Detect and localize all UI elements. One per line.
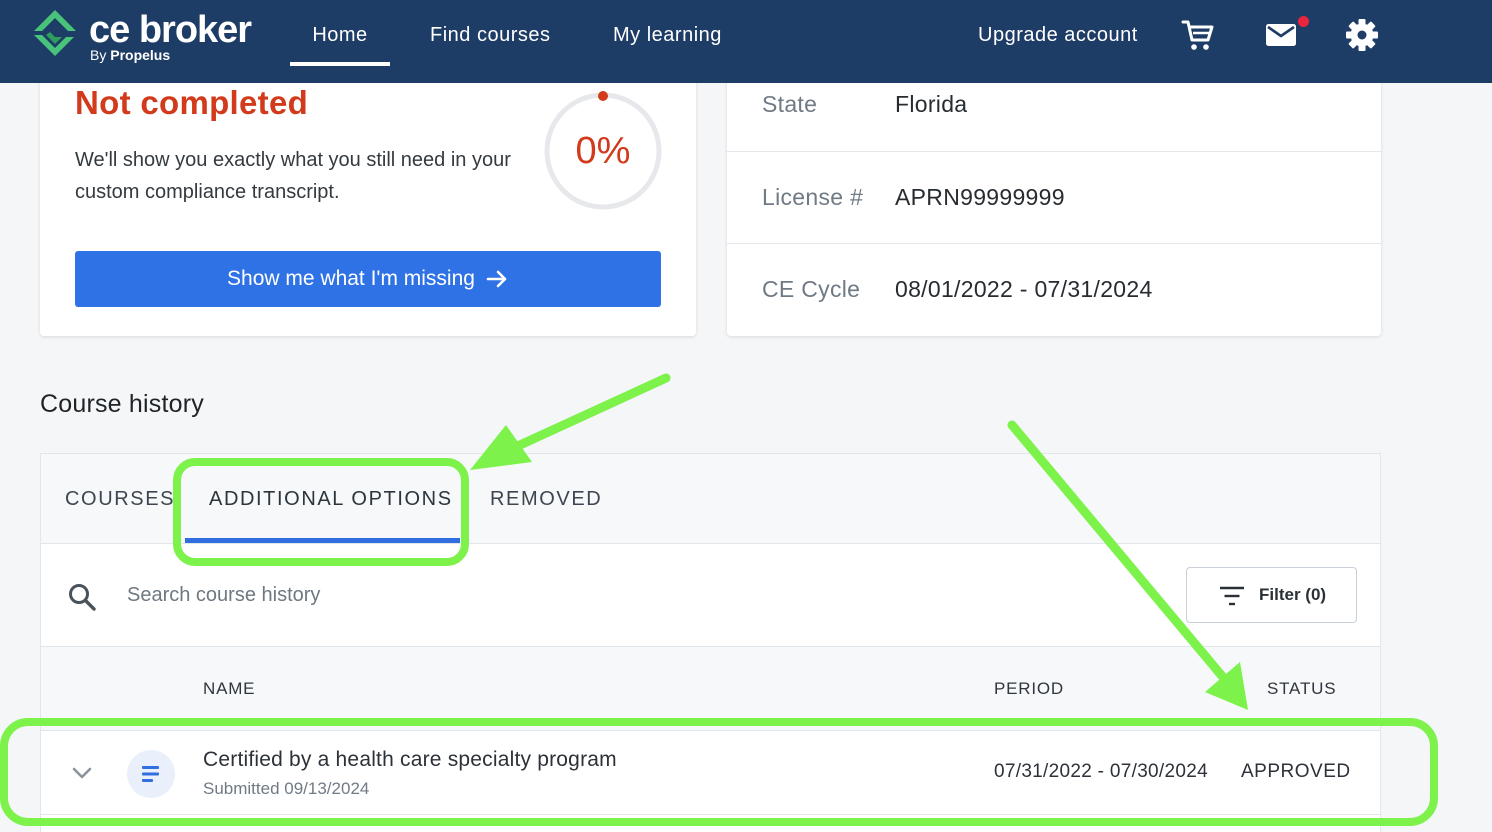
filter-button[interactable]: Filter (0) — [1186, 567, 1357, 623]
state-label: State — [762, 91, 818, 117]
license-number-label: License # — [762, 184, 864, 210]
tab-courses[interactable]: COURSES — [65, 454, 175, 544]
course-submitted-date: Submitted 09/13/2024 — [203, 779, 370, 798]
logo-by-prefix: By — [90, 47, 107, 63]
compliance-status-title: Not completed — [75, 84, 309, 121]
ce-cycle-value: 08/01/2022 - 07/31/2024 — [895, 276, 1153, 302]
course-name: Certified by a health care specialty pro… — [203, 748, 617, 771]
column-header-status[interactable]: STATUS — [1267, 647, 1336, 731]
course-history-tabs: COURSES ADDITIONAL OPTIONS REMOVED — [41, 454, 1380, 544]
license-info-card: State Florida License # APRN99999999 CE … — [727, 60, 1381, 336]
ce-broker-logo[interactable]: ce broker By Propelus — [32, 6, 272, 66]
column-header-name[interactable]: NAME — [203, 647, 255, 731]
ce-cycle-label: CE Cycle — [762, 276, 861, 302]
logo-by-company: Propelus — [110, 47, 171, 63]
course-status: APPROVED — [1241, 761, 1351, 782]
filter-icon — [1220, 586, 1244, 606]
unread-notification-dot — [1298, 16, 1309, 27]
annotation-arrow-to-tab-shaft — [515, 373, 671, 450]
tab-removed[interactable]: REMOVED — [490, 454, 602, 544]
nav-active-indicator — [290, 62, 390, 66]
column-header-period[interactable]: PERIOD — [994, 647, 1064, 731]
nav-my-learning-link[interactable]: My learning — [613, 0, 722, 70]
chevron-down-icon[interactable] — [71, 765, 93, 781]
nav-home-link[interactable]: Home — [290, 0, 390, 70]
table-row[interactable]: Certified by a health care specialty pro… — [41, 731, 1380, 815]
document-lines-icon — [142, 766, 159, 782]
course-history-title: Course history — [40, 390, 204, 418]
show-missing-button-label: Show me what I'm missing — [227, 267, 475, 290]
compliance-percent: 0% — [575, 130, 631, 172]
cart-icon[interactable] — [1180, 17, 1216, 53]
state-value: Florida — [895, 91, 968, 117]
arrow-right-icon — [486, 271, 507, 288]
gear-icon[interactable] — [1344, 17, 1380, 53]
logo-byline: By Propelus — [90, 46, 170, 64]
nav-upgrade-account-link[interactable]: Upgrade account — [978, 0, 1138, 70]
mail-icon[interactable] — [1263, 17, 1299, 53]
tab-additional-options[interactable]: ADDITIONAL OPTIONS — [209, 454, 453, 544]
nav-find-courses-link[interactable]: Find courses — [430, 0, 551, 70]
course-period: 07/31/2022 - 07/30/2024 — [994, 761, 1208, 782]
top-navigation-bar: ce broker By Propelus Home Find courses … — [0, 0, 1492, 83]
ce-cycle-row: CE Cycle 08/01/2022 - 07/31/2024 — [727, 244, 1381, 336]
search-course-history-input[interactable] — [127, 574, 827, 616]
search-icon — [69, 584, 96, 611]
license-number-value: APRN99999999 — [895, 184, 1065, 210]
show-missing-button[interactable]: Show me what I'm missing — [75, 251, 661, 307]
document-icon-badge — [127, 750, 175, 798]
search-row: Filter (0) — [41, 544, 1380, 647]
course-history-panel: COURSES ADDITIONAL OPTIONS REMOVED Filte… — [40, 453, 1381, 832]
course-table-header: NAME PERIOD STATUS — [41, 647, 1380, 731]
compliance-status-card: Not completed We'll show you exactly wha… — [40, 60, 696, 336]
ce-broker-logo-mark-icon — [34, 10, 76, 56]
license-number-row: License # APRN99999999 — [727, 152, 1381, 244]
active-tab-indicator — [185, 538, 460, 543]
filter-button-label: Filter (0) — [1259, 585, 1327, 604]
compliance-status-description: We'll show you exactly what you still ne… — [75, 149, 511, 203]
